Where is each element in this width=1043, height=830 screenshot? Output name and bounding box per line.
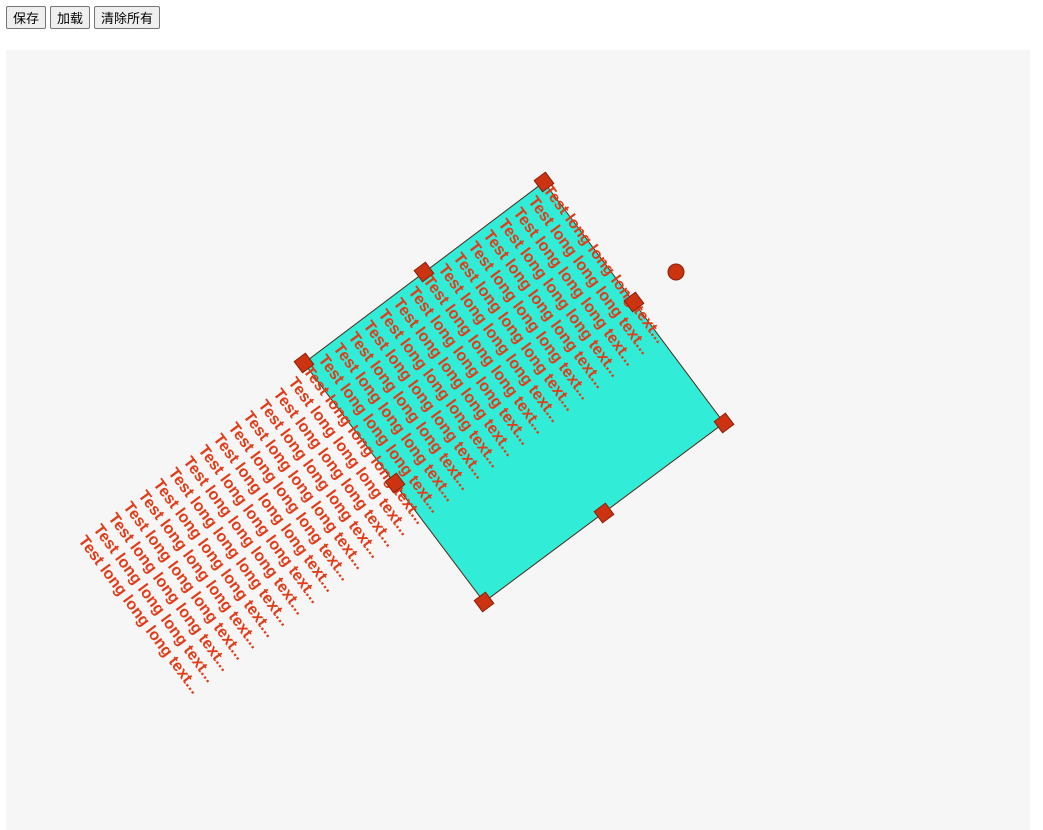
clear-all-button[interactable]: 清除所有 [94,6,161,29]
drawing-canvas[interactable]: Test long long long text... Test long lon… [6,50,1030,830]
rotation-handle[interactable] [667,263,685,281]
load-button[interactable]: 加载 [50,6,91,29]
save-button[interactable]: 保存 [6,6,47,29]
canvas-surface[interactable]: Test long long long text...Test long lon… [6,50,1030,830]
toolbar: 保存 加载 清除所有 [6,6,161,29]
